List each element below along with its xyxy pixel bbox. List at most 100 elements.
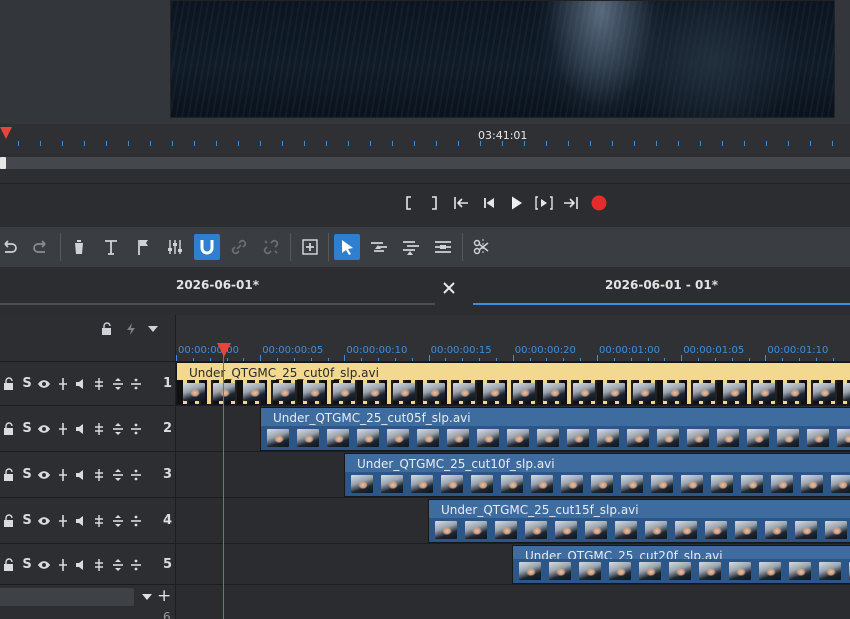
expand-icon[interactable] [111, 467, 125, 483]
ripple-edit-button[interactable] [366, 234, 392, 260]
preview-playhead-marker[interactable] [0, 127, 12, 139]
lightning-icon[interactable] [124, 322, 138, 336]
expand-icon[interactable] [111, 376, 125, 392]
go-to-start-button[interactable] [450, 192, 472, 214]
divide-icon[interactable] [129, 557, 143, 573]
volume-adjust-icon[interactable] [92, 421, 106, 437]
timeline-area[interactable]: 00:00:00:00 00:00:00:05 00:00:00:10 00:00:0… [176, 315, 850, 619]
track-row-3: S3 [0, 452, 176, 498]
ruler-minor-tick [614, 358, 615, 361]
play-icon [512, 196, 522, 210]
speaker-icon[interactable] [74, 557, 88, 573]
lock-all-icon[interactable] [100, 322, 114, 336]
delete-button[interactable] [66, 234, 92, 260]
redo-button[interactable] [28, 234, 54, 260]
expand-icon[interactable] [111, 557, 125, 573]
divide-icon[interactable] [129, 467, 143, 483]
expand-icon[interactable] [111, 421, 125, 437]
solo-toggle[interactable]: S [20, 513, 34, 529]
pointer-tool-button[interactable] [334, 234, 360, 260]
add-track-button[interactable]: + [157, 587, 171, 605]
eye-icon-glyph [38, 471, 50, 479]
split-icon[interactable] [56, 513, 70, 529]
unlink-button[interactable] [258, 234, 284, 260]
timeline-clip[interactable]: Under_QTGMC_25_cut05f_slp.avi [260, 407, 850, 451]
expand-icon-glyph [113, 515, 123, 527]
timeline-clip[interactable]: Under_QTGMC_25_cut0f_slp.avi [176, 362, 850, 405]
title-button[interactable] [98, 234, 124, 260]
lock-icon[interactable] [2, 513, 16, 529]
speaker-icon[interactable] [74, 513, 88, 529]
insert-button[interactable] [297, 234, 323, 260]
mark-in-button[interactable] [398, 192, 420, 214]
eye-icon[interactable] [37, 557, 51, 573]
divide-icon-glyph [131, 559, 141, 571]
timeline-ruler[interactable]: 00:00:00:00 00:00:00:05 00:00:00:10 00:00:0… [176, 315, 850, 362]
preview-scrollbar[interactable] [0, 157, 850, 169]
solo-toggle[interactable]: S [20, 421, 34, 437]
volume-adjust-icon[interactable] [92, 467, 106, 483]
expand-icon[interactable] [111, 513, 125, 529]
eye-icon[interactable] [37, 421, 51, 437]
split-icon[interactable] [56, 467, 70, 483]
snap-magnet-button[interactable] [194, 234, 220, 260]
solo-toggle[interactable]: S [20, 376, 34, 392]
chevron-down-icon[interactable] [146, 322, 160, 336]
playhead-handle[interactable] [217, 343, 231, 357]
preview-ruler[interactable]: 03:41:01 [0, 124, 850, 154]
slip-button[interactable] [430, 234, 456, 260]
timeline-clip[interactable]: Under_QTGMC_25_cut10f_slp.avi [344, 453, 850, 497]
timeline-playhead[interactable] [223, 346, 224, 619]
timeline-clip[interactable]: Under_QTGMC_25_cut15f_slp.avi [428, 499, 850, 543]
track-6-name-field[interactable] [0, 588, 134, 606]
split-icon[interactable] [56, 557, 70, 573]
lock-icon[interactable] [2, 421, 16, 437]
lock-icon[interactable] [2, 557, 16, 573]
ruler-minor-tick [799, 358, 800, 361]
divide-icon[interactable] [129, 513, 143, 529]
eye-icon[interactable] [37, 513, 51, 529]
undo-button[interactable] [0, 234, 22, 260]
volume-adjust-icon[interactable] [92, 557, 106, 573]
thumbnail-frame [693, 383, 715, 401]
scrollbar-thumb[interactable] [0, 157, 6, 169]
thumbnail-frame [741, 475, 763, 493]
next-frame-button[interactable] [533, 192, 555, 214]
tab-project-b[interactable]: 2026-06-01 - 01* [473, 267, 850, 305]
record-button[interactable] [588, 192, 610, 214]
mark-out-button[interactable] [423, 192, 445, 214]
timeline-clip[interactable]: Under_QTGMC_25_cut20f_slp.avi [512, 545, 850, 584]
link-button[interactable] [226, 234, 252, 260]
solo-toggle[interactable]: S [20, 557, 34, 573]
speaker-icon[interactable] [74, 376, 88, 392]
ripple-all-button[interactable] [398, 234, 424, 260]
divide-icon[interactable] [129, 376, 143, 392]
split-icon[interactable] [56, 376, 70, 392]
razor-button[interactable] [468, 234, 494, 260]
volume-adjust-icon[interactable] [92, 376, 106, 392]
eye-icon[interactable] [37, 376, 51, 392]
lock-icon[interactable] [2, 467, 16, 483]
thumbnail-frame [579, 562, 601, 580]
solo-toggle[interactable]: S [20, 467, 34, 483]
eye-icon[interactable] [37, 467, 51, 483]
thumbnail-frame [651, 475, 673, 493]
divide-icon-glyph [131, 423, 141, 435]
speaker-icon[interactable] [74, 467, 88, 483]
ruler-minor-tick [277, 358, 278, 361]
tab-project-a[interactable]: 2026-06-01* [0, 267, 435, 305]
prev-frame-button[interactable] [478, 192, 500, 214]
speaker-icon[interactable] [74, 421, 88, 437]
volume-adjust-icon[interactable] [92, 513, 106, 529]
go-to-end-button[interactable] [560, 192, 582, 214]
marker-button[interactable] [130, 234, 156, 260]
divide-icon[interactable] [129, 421, 143, 437]
play-button[interactable] [505, 192, 527, 214]
lock-icon[interactable] [2, 376, 16, 392]
ruler-minor-tick [361, 358, 362, 361]
close-icon[interactable] [441, 280, 457, 296]
chevron-down-icon[interactable] [140, 588, 154, 606]
transport-bar [0, 183, 850, 225]
mixer-button[interactable] [162, 234, 188, 260]
split-icon[interactable] [56, 421, 70, 437]
